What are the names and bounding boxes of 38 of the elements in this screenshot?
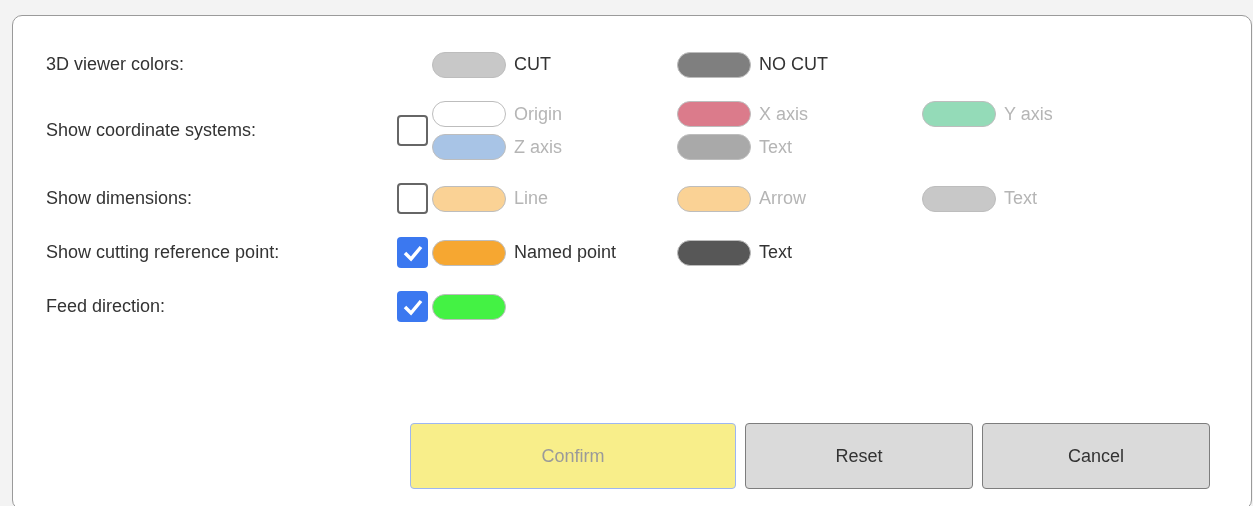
color-swatch[interactable] [677,101,751,127]
color-label: NO CUT [759,53,828,76]
color-label: Y axis [1004,102,1053,126]
color-swatch[interactable] [432,51,506,78]
color-label: Line [514,187,549,210]
setting-label: Show dimensions: [46,187,194,210]
color-label: Origin [514,102,562,126]
setting-label: Show coordinate systems: [46,119,258,142]
setting-label: 3D viewer colors: [46,53,186,76]
setting-label: Feed direction: [46,295,167,318]
color-swatch[interactable] [432,101,506,127]
color-label: CUT [514,53,551,76]
color-swatch[interactable] [677,239,751,266]
color-swatch[interactable] [432,185,506,212]
color-swatch[interactable] [922,185,996,212]
checkbox[interactable] [397,237,428,268]
color-label: X axis [759,102,809,126]
checkbox[interactable] [397,291,428,322]
color-swatch[interactable] [432,239,506,266]
color-swatch[interactable] [677,51,751,78]
checkbox[interactable] [397,183,428,214]
color-label: Text [1004,187,1037,210]
color-swatch[interactable] [922,101,996,127]
color-label: Z axis [514,135,562,159]
color-swatch[interactable] [432,293,506,320]
color-label: Arrow [759,187,806,210]
color-label: Text [759,241,792,264]
color-swatch[interactable] [677,134,751,160]
dialog-button[interactable]: Cancel [982,423,1210,489]
color-swatch[interactable] [432,134,506,160]
checkmark-icon [402,243,423,262]
color-label: Named point [514,241,617,264]
checkmark-icon [402,297,423,316]
checkbox[interactable] [397,115,428,146]
setting-label: Show cutting reference point: [46,241,281,264]
color-label: Text [759,135,792,159]
dialog-button[interactable]: Reset [745,423,973,489]
color-swatch[interactable] [677,185,751,212]
